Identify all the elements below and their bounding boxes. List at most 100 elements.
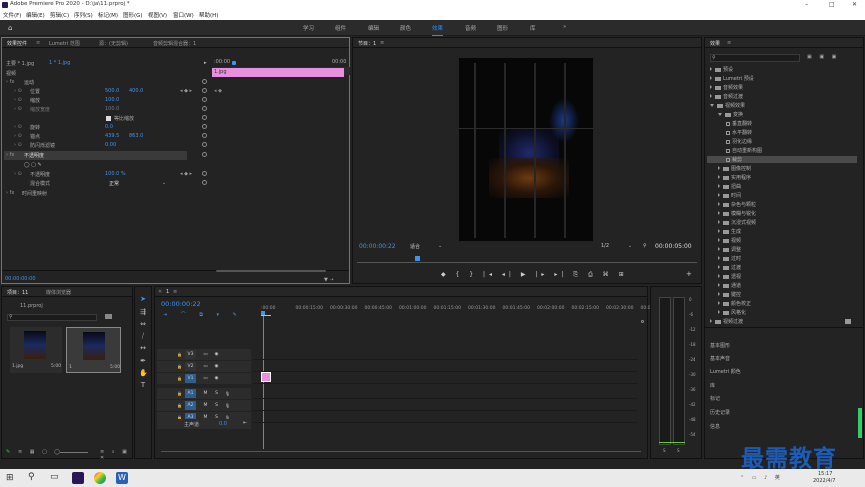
microphone-icon[interactable]: 🎙 xyxy=(223,401,232,410)
source-clip-label[interactable]: 主要 * 1.jpg xyxy=(6,60,34,67)
solo-left[interactable]: S xyxy=(663,448,666,453)
effects-tree-item[interactable]: 过渡 xyxy=(718,264,741,271)
lock-icon[interactable]: 🔒 xyxy=(175,362,184,371)
solo-button[interactable]: S xyxy=(212,389,221,398)
menu-graphics[interactable]: 图形(G) xyxy=(123,11,143,19)
effects-tree-item[interactable]: 垂直翻转 xyxy=(726,120,752,127)
panel-libraries[interactable]: 库 xyxy=(710,382,715,389)
chevron-right-icon[interactable] xyxy=(718,193,720,197)
chevron-right-icon[interactable] xyxy=(718,175,720,179)
ripple-edit-tool-icon[interactable]: ⇔ xyxy=(139,320,147,328)
track-lane[interactable] xyxy=(253,349,637,360)
effects-tree-item[interactable]: 调整 xyxy=(718,246,741,253)
chevron-right-icon[interactable] xyxy=(718,247,720,251)
tab-lumetri-scopes[interactable]: Lumetri 范围 xyxy=(49,40,80,47)
menu-clip[interactable]: 剪辑(C) xyxy=(50,11,69,19)
chevron-right-icon[interactable] xyxy=(718,166,720,170)
tab-sequence[interactable]: 1 xyxy=(166,289,169,295)
track-target-button[interactable]: A1 xyxy=(185,389,196,398)
tab-audio-clip-mixer[interactable]: 音频剪辑混合器：1 xyxy=(153,40,196,47)
panel-menu-icon[interactable]: ≡ xyxy=(36,40,40,46)
lock-icon[interactable]: 🔒 xyxy=(175,401,184,410)
fx-opacity-row[interactable]: › fx 不透明度 xyxy=(4,151,187,160)
track-lane[interactable] xyxy=(253,412,637,423)
ec-current-timecode[interactable]: 00:00:00:00 xyxy=(5,276,36,282)
chevron-right-icon[interactable] xyxy=(710,76,712,80)
selection-tool-icon[interactable]: ➤ xyxy=(139,295,147,303)
reset-scale-width-icon[interactable] xyxy=(202,106,207,111)
menu-marker[interactable]: 标记(M) xyxy=(98,11,118,19)
timeline-timecode[interactable]: 00:00:00:22 xyxy=(161,300,201,308)
panel-lumetri-color[interactable]: Lumetri 颜色 xyxy=(710,368,741,375)
track-lane[interactable] xyxy=(253,400,637,411)
effects-tree-item[interactable]: 透视 xyxy=(718,273,741,280)
zoom-slider[interactable] xyxy=(60,452,88,453)
hand-tool-icon[interactable]: ✋ xyxy=(139,369,148,377)
new-bin-icon[interactable] xyxy=(845,319,851,324)
mute-button[interactable]: M xyxy=(201,401,210,410)
workspace-tab-graphics[interactable]: 图形 xyxy=(497,24,508,32)
effects-tree-item[interactable]: 音频效果 xyxy=(710,84,743,91)
uniform-scale-checkbox[interactable] xyxy=(106,116,111,121)
lock-icon[interactable]: ✎ xyxy=(6,449,10,455)
chevron-right-icon[interactable] xyxy=(718,202,720,206)
workspace-tab-libraries[interactable]: 库 xyxy=(530,24,536,32)
sync-lock-icon[interactable]: ▭ xyxy=(201,374,210,383)
tab-effect-controls[interactable]: 效果控件 xyxy=(7,40,27,47)
resolution-chevron-icon[interactable]: ⌄ xyxy=(628,243,632,249)
chrome-taskbar-icon[interactable] xyxy=(94,472,106,484)
chevron-right-icon[interactable] xyxy=(710,319,712,323)
view-mode-icons[interactable]: ≡ ▦ ▢ ◯ xyxy=(18,449,63,455)
effects-tree-item[interactable]: 键控 xyxy=(718,291,741,298)
chevron-right-icon[interactable] xyxy=(718,238,720,242)
effects-menu-icon[interactable]: ≡ xyxy=(727,40,731,46)
track-target-button[interactable]: V2 xyxy=(185,362,196,371)
workspace-tab-editing[interactable]: 编辑 xyxy=(368,24,379,32)
lock-icon[interactable]: 🔒 xyxy=(175,389,184,398)
blend-mode-select[interactable]: 正常 xyxy=(109,180,119,187)
chevron-right-icon[interactable] xyxy=(718,211,720,215)
eye-icon[interactable]: ◉ xyxy=(212,362,221,371)
panel-essential-sound[interactable]: 基本声音 xyxy=(710,355,730,362)
fit-chevron-icon[interactable]: ⌄ xyxy=(438,243,442,249)
maximize-button[interactable]: □ xyxy=(829,1,835,8)
effects-tree-item[interactable]: 风格化 xyxy=(718,309,746,316)
resolution-select[interactable]: 1/2 xyxy=(601,243,609,249)
chevron-right-icon[interactable] xyxy=(718,220,720,224)
prop-scale-value[interactable]: 100.0 xyxy=(105,97,119,103)
effects-tree-item[interactable]: 沉浸式视频 xyxy=(718,219,756,226)
chevron-right-icon[interactable] xyxy=(710,85,712,89)
slip-tool-icon[interactable]: ↔ xyxy=(139,344,147,352)
task-view-icon[interactable]: ▭ xyxy=(50,472,59,482)
lock-icon[interactable]: 🔒 xyxy=(175,350,184,359)
close-button[interactable]: ✕ xyxy=(852,1,857,8)
project-clip-1[interactable]: 1.jpg 5:00 xyxy=(10,327,62,373)
chevron-down-icon[interactable] xyxy=(710,104,714,107)
effects-tree-item[interactable]: 裁剪 xyxy=(707,156,857,163)
effects-tree-item[interactable]: 通道 xyxy=(718,282,741,289)
master-toggle-icon[interactable]: ⇤ xyxy=(243,420,247,426)
keyframe-icon[interactable]: ◂ ◆ xyxy=(214,88,222,94)
fx-motion-label[interactable]: 运动 xyxy=(24,79,34,86)
premiere-taskbar-icon[interactable] xyxy=(72,472,84,484)
timeline-scroll[interactable] xyxy=(161,451,641,452)
prop-anchor-y[interactable]: 863.0 xyxy=(129,133,143,139)
opacity-keyframe-nav[interactable]: ◂ ◆ ▸ xyxy=(180,171,192,177)
reset-antiflicker-icon[interactable] xyxy=(202,142,207,147)
workspace-tab-effects[interactable]: 效果 xyxy=(432,24,444,36)
effects-tree-item[interactable]: 音频过渡 xyxy=(710,93,743,100)
timeline-tools[interactable]: ⇥ ⌒ ⧉ ▾ ✎ xyxy=(163,311,243,318)
track-target-button[interactable]: A2 xyxy=(185,401,196,410)
menu-help[interactable]: 帮助(H) xyxy=(199,11,218,19)
chevron-down-icon[interactable] xyxy=(718,113,722,116)
effects-search-input[interactable]: ⚲ xyxy=(710,54,800,62)
menu-view[interactable]: 视图(V) xyxy=(148,11,167,19)
eye-icon[interactable]: ◉ xyxy=(212,350,221,359)
effects-tree-item[interactable]: 生成 xyxy=(718,228,741,235)
panel-history[interactable]: 历史记录 xyxy=(710,409,730,416)
reset-motion-icon[interactable] xyxy=(202,79,207,84)
effects-tree-item[interactable]: 图像控制 xyxy=(718,165,751,172)
filter-icon[interactable]: ▼ ⇢ xyxy=(324,277,334,283)
project-bottom-icons[interactable]: ≡ ⌕ ▣ ✕ xyxy=(100,449,132,461)
tab-source[interactable]: 源：(无剪辑) xyxy=(99,40,128,47)
